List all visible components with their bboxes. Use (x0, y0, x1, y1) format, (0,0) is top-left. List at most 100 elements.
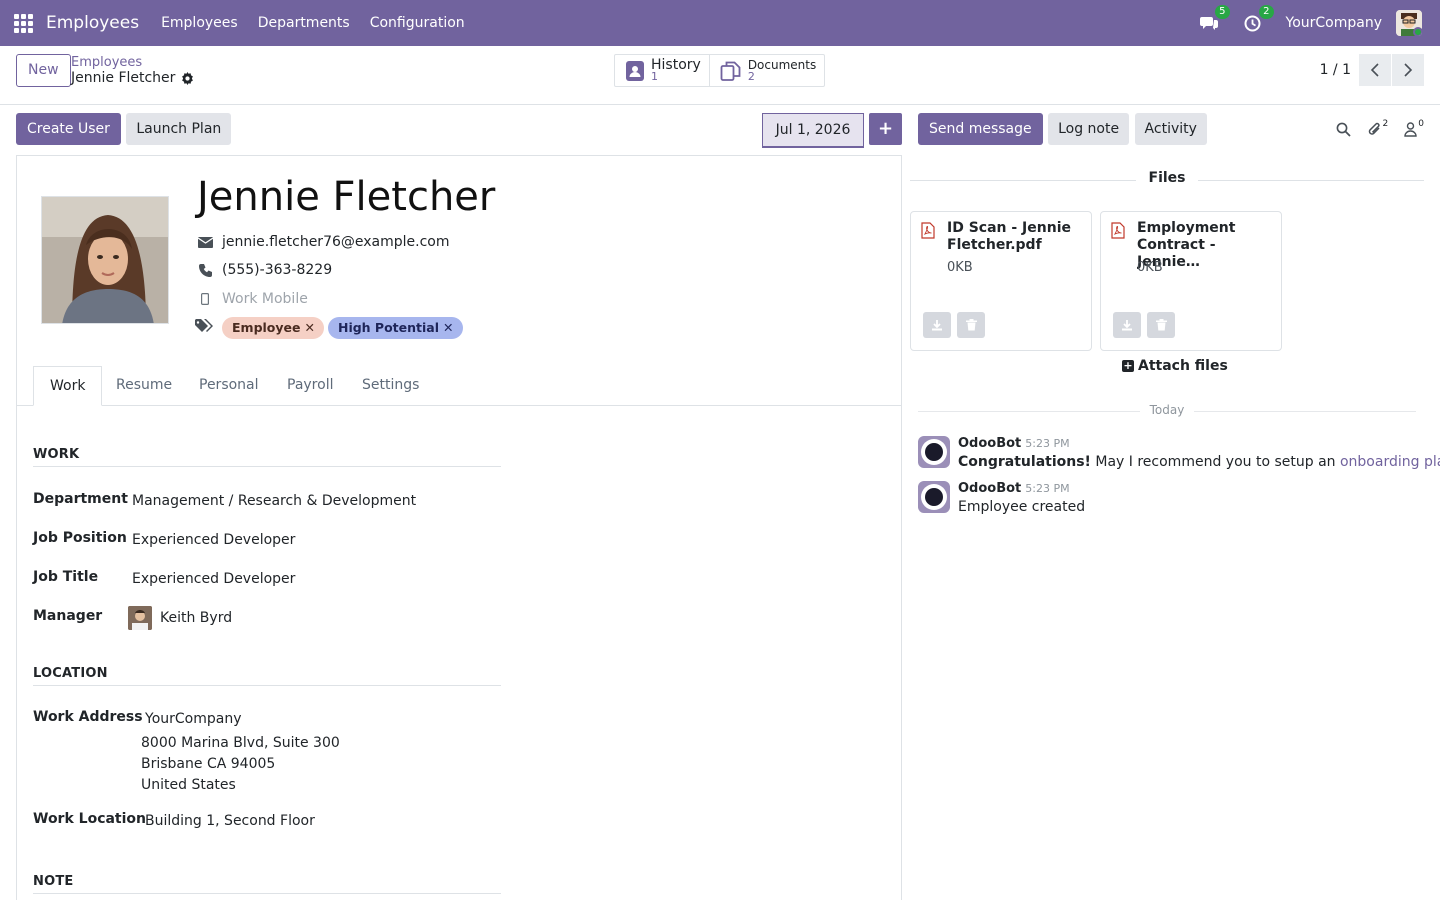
search-icon[interactable] (1336, 122, 1351, 137)
work-location-label: Work Location (33, 811, 147, 827)
form-sheet: Jennie Fletcher jennie.fletcher76@exampl… (16, 155, 902, 900)
activities-badge: 2 (1259, 5, 1274, 19)
launch-plan-button[interactable]: Launch Plan (126, 113, 232, 145)
tag-high-potential-label: High Potential (337, 320, 440, 335)
breadcrumb-parent[interactable]: Employees (71, 55, 194, 70)
tags-icon (195, 319, 214, 337)
job-position-label: Job Position (33, 530, 127, 546)
attachments-count: 2 (1382, 119, 1389, 129)
user-avatar[interactable] (1396, 10, 1422, 36)
user-icon (1404, 121, 1417, 137)
breadcrumb-current: Jennie Fletcher (71, 70, 194, 87)
work-mobile-input[interactable]: Work Mobile (222, 291, 308, 307)
tag-high-potential[interactable]: High Potential ✕ (327, 317, 463, 339)
manager-name: Keith Byrd (160, 610, 233, 626)
author-name[interactable]: OdooBot (958, 436, 1021, 451)
date-picker-button[interactable]: Jul 1, 2026 (762, 113, 864, 148)
activities-clock-icon[interactable]: 2 (1242, 5, 1274, 34)
message-text: May I recommend you to setup an (1090, 454, 1340, 470)
author-name[interactable]: OdooBot (958, 481, 1021, 496)
send-message-button[interactable]: Send message (918, 113, 1043, 145)
mobile-row: Work Mobile (197, 291, 308, 307)
odoobot-avatar[interactable] (918, 436, 950, 468)
chevron-right-icon (1404, 63, 1413, 77)
message-body: Congratulations! May I recommend you to … (958, 454, 1440, 470)
envelope-icon (197, 234, 213, 250)
download-button[interactable] (923, 312, 951, 338)
tag-remove-icon[interactable]: ✕ (305, 320, 315, 335)
file-size: 0KB (947, 260, 973, 275)
followers-button[interactable]: 0 (1404, 119, 1424, 137)
documents-smart-button[interactable]: Documents 2 (708, 55, 824, 86)
file-name: ID Scan - Jennie Fletcher.pdf (947, 220, 1071, 253)
trash-icon (965, 319, 977, 331)
add-button[interactable]: + (869, 113, 902, 145)
job-title-field[interactable]: Experienced Developer (132, 571, 295, 587)
menu-employees[interactable]: Employees (161, 15, 238, 31)
email-field[interactable]: jennie.fletcher76@example.com (222, 234, 450, 250)
attach-files-label: Attach files (1138, 358, 1228, 374)
tab-personal[interactable]: Personal (183, 366, 275, 406)
phone-field[interactable]: (555)-363-8229 (222, 262, 332, 278)
work-location-field[interactable]: Building 1, Second Floor (145, 813, 315, 829)
department-label: Department (33, 491, 128, 507)
date-separator: Today (918, 403, 1416, 417)
new-button[interactable]: New (16, 54, 71, 87)
onboarding-plan-link[interactable]: onboarding plan? (1340, 454, 1440, 470)
app-brand[interactable]: Employees (46, 13, 139, 33)
messages-icon[interactable]: 5 (1198, 5, 1230, 34)
attachments-button[interactable]: 2 (1367, 119, 1389, 137)
documents-label: Documents (747, 57, 817, 72)
create-user-button[interactable]: Create User (16, 113, 121, 145)
tag-remove-icon[interactable]: ✕ (443, 320, 453, 335)
download-icon (932, 320, 942, 331)
tab-work[interactable]: Work (33, 366, 103, 406)
file-card[interactable]: Employment Contract - Jennie… 0KB (1100, 211, 1282, 351)
activity-button[interactable]: Activity (1134, 113, 1207, 145)
pager-next-button[interactable] (1392, 54, 1424, 86)
job-title-label: Job Title (33, 569, 99, 585)
download-button[interactable] (1113, 312, 1141, 338)
pager-previous-button[interactable] (1359, 54, 1391, 86)
address-line-3: United States (141, 777, 236, 793)
manager-field[interactable]: Keith Byrd (128, 606, 232, 630)
apps-menu-icon[interactable] (0, 0, 46, 46)
trash-icon (1155, 319, 1167, 331)
gear-icon[interactable] (181, 72, 194, 85)
delete-button[interactable] (1147, 312, 1175, 338)
tag-employee[interactable]: Employee ✕ (222, 317, 324, 339)
history-smart-button[interactable]: History 1 (615, 55, 709, 86)
job-position-field[interactable]: Experienced Developer (132, 532, 295, 548)
history-icon (626, 60, 644, 81)
top-navbar: Employees Employees Departments Configur… (0, 0, 1440, 46)
delete-button[interactable] (957, 312, 985, 338)
employee-name[interactable]: Jennie Fletcher (197, 174, 495, 220)
attach-files-button[interactable]: + Attach files (1122, 358, 1228, 374)
files-title: Files (910, 170, 1424, 186)
tags-field[interactable]: Employee ✕ High Potential ✕ (195, 317, 463, 339)
message-time: 5:23 PM (1025, 482, 1070, 495)
work-address-field[interactable]: YourCompany (145, 711, 242, 727)
odoobot-avatar[interactable] (918, 481, 950, 513)
form-tabs: Work Resume Personal Payroll Settings (17, 366, 901, 406)
tab-resume[interactable]: Resume (100, 366, 188, 406)
followers-count: 0 (1418, 119, 1424, 129)
company-switcher[interactable]: YourCompany (1286, 15, 1383, 31)
department-field[interactable]: Management / Research & Development (132, 493, 416, 509)
log-note-button[interactable]: Log note (1048, 113, 1130, 145)
message-body: Employee created (958, 499, 1086, 515)
download-icon (1122, 320, 1132, 331)
tab-settings[interactable]: Settings (346, 366, 435, 406)
work-section-title: WORK (33, 447, 501, 467)
note-section-title: NOTE (33, 874, 501, 894)
paperclip-icon (1368, 122, 1380, 135)
messages-badge: 5 (1215, 5, 1230, 19)
menu-departments[interactable]: Departments (258, 15, 350, 31)
tab-payroll[interactable]: Payroll (271, 366, 349, 406)
pager: 1 / 1 (1320, 54, 1424, 86)
menu-configuration[interactable]: Configuration (370, 15, 465, 31)
file-size: 0KB (1137, 260, 1163, 275)
file-card[interactable]: ID Scan - Jennie Fletcher.pdf 0KB (910, 211, 1092, 351)
employee-photo[interactable] (41, 196, 169, 324)
pager-value[interactable]: 1 / 1 (1320, 62, 1351, 78)
